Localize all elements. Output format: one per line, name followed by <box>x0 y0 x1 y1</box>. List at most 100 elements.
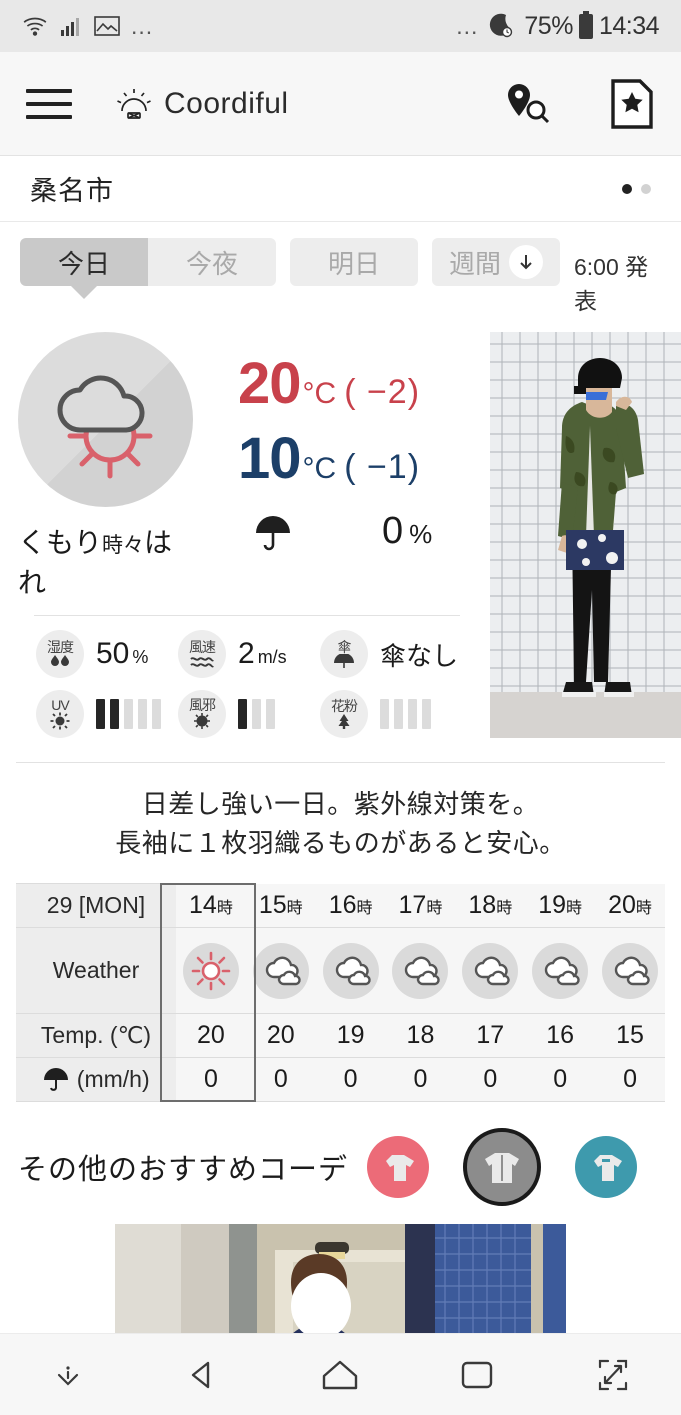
weather-icon-wrap: くもり時々はれ <box>18 332 198 601</box>
wind-unit: m/s <box>258 647 287 667</box>
umbrella-icon <box>252 511 294 553</box>
coorde-item-sweater-pink[interactable] <box>367 1136 429 1198</box>
hourly-temp-row: Temp. (℃) 20 20 19 18 17 16 15 <box>16 1014 665 1058</box>
home-icon[interactable] <box>318 1356 362 1394</box>
humidity-number: 50 <box>96 637 129 670</box>
tab-today[interactable]: 今日 <box>20 238 148 286</box>
hour-3-value: 17 <box>399 891 427 919</box>
tab-tonight-label: 今夜 <box>186 244 238 281</box>
cloud-icon <box>532 943 588 999</box>
hourly-weather-row: Weather <box>16 928 665 1014</box>
hour-3-suffix: 時 <box>426 900 442 917</box>
page-dot-2[interactable] <box>641 184 651 194</box>
hourly-hour-1[interactable]: 15時 <box>246 884 316 928</box>
hourly-hour-4[interactable]: 18時 <box>455 884 525 928</box>
recommended-coordinates: その他のおすすめコーデ <box>0 1102 681 1216</box>
hour-6-value: 20 <box>608 891 636 919</box>
metrics-row-2: UV 風邪 <box>36 690 458 738</box>
recents-icon[interactable] <box>457 1358 497 1392</box>
coorde-item-jacket-gray[interactable] <box>463 1128 541 1206</box>
hour-2-value: 16 <box>329 891 357 919</box>
hourly-rain-row: (mm/h) 0 0 0 0 0 0 0 <box>16 1058 665 1102</box>
hourly-hour-5[interactable]: 19時 <box>525 884 595 928</box>
hourly-temp-2: 19 <box>316 1014 386 1058</box>
hourly-rain-2: 0 <box>316 1058 386 1102</box>
hour-5-suffix: 時 <box>566 900 582 917</box>
metric-wind: 風速 2m/s <box>178 630 320 678</box>
hourly-temp-6: 15 <box>595 1014 665 1058</box>
back-icon[interactable] <box>183 1355 223 1395</box>
wind-wave-icon: 風速 <box>178 630 226 678</box>
forecast-summary: くもり時々はれ 20 °C ( −2) 10 °C ( −1) <box>18 332 476 601</box>
hourly-forecast-table: 29 [MON] 14時 15時 16時 17時 18時 19時 20時 Wea… <box>0 883 681 1102</box>
battery-icon <box>577 11 595 41</box>
hamburger-menu-icon[interactable] <box>26 89 72 119</box>
hourly-rain-5: 0 <box>525 1058 595 1102</box>
high-temp-diff: ( −2) <box>344 373 420 412</box>
image-icon <box>94 15 120 37</box>
low-temp-unit: °C <box>303 452 337 486</box>
brand-name: Coordiful <box>164 87 289 121</box>
metrics-grid: 湿度 50% 風速 <box>18 616 476 738</box>
hourly-rain-4: 0 <box>455 1058 525 1102</box>
hourly-hour-6[interactable]: 20時 <box>595 884 665 928</box>
coordinate-photo-main[interactable] <box>490 332 681 738</box>
sun-icon <box>183 943 239 999</box>
brand: Coordiful <box>114 85 289 123</box>
coorde-item-sweater-teal[interactable] <box>575 1136 637 1198</box>
hour-2-suffix: 時 <box>357 900 373 917</box>
status-bar: ... ... 75% 14:34 <box>0 0 681 52</box>
tab-tonight[interactable]: 今夜 <box>148 238 276 286</box>
low-temp-value: 10 <box>238 425 301 492</box>
status-bar-right: ... 75% 14:34 <box>456 11 659 41</box>
metric-umbrella: 傘 傘なし <box>320 630 458 678</box>
hourly-weather-1 <box>246 928 316 1014</box>
hourly-weather-3 <box>386 928 456 1014</box>
advice-text: 日差し強い一日。紫外線対策を。 長袖に１枚羽織るものがあると安心。 <box>0 763 681 883</box>
bookmark-document-icon[interactable] <box>609 78 655 130</box>
announcement-time: 6:00 発表 <box>574 238 661 316</box>
advice-line-2: 長袖に１枚羽織るものがあると安心。 <box>10 824 671 863</box>
forecast-left: くもり時々はれ 20 °C ( −2) 10 °C ( −1) <box>18 332 476 750</box>
cloud-icon <box>602 943 658 999</box>
weather-desc-mid: 時々 <box>102 534 144 557</box>
hourly-hour-3[interactable]: 17時 <box>386 884 456 928</box>
rain-probability-row: 0% <box>238 510 432 553</box>
hourly-weather-label: Weather <box>16 928 176 1014</box>
system-navigation-bar <box>0 1333 681 1415</box>
rain-value-unit: % <box>409 519 432 549</box>
signal-icon <box>59 14 83 38</box>
hourly-weather-4 <box>455 928 525 1014</box>
hourly-hour-2[interactable]: 16時 <box>316 884 386 928</box>
high-temp-unit: °C <box>303 377 337 411</box>
hour-5-value: 19 <box>538 891 566 919</box>
hourly-temp-3: 18 <box>386 1014 456 1058</box>
metric-wind-value: 2m/s <box>238 637 287 671</box>
tab-weekly-label: 週間 <box>449 244 501 281</box>
moon-alarm-icon <box>486 11 516 41</box>
metric-uv-label: UV <box>51 698 68 712</box>
sun-logo-icon <box>114 85 154 123</box>
metric-cold: 風邪 <box>178 690 320 738</box>
download-icon[interactable] <box>48 1358 88 1392</box>
app-screen: ... ... 75% 14:34 <box>0 0 681 1415</box>
humidity-unit: % <box>132 647 148 667</box>
low-temp-diff: ( −1) <box>344 448 420 487</box>
hourly-weather-5 <box>525 928 595 1014</box>
wifi-icon <box>22 13 48 39</box>
hourly-hour-0[interactable]: 14時 <box>176 884 246 928</box>
advice-line-1: 日差し強い一日。紫外線対策を。 <box>10 785 671 824</box>
main-forecast: くもり時々はれ 20 °C ( −2) 10 °C ( −1) <box>0 316 681 750</box>
location-row[interactable]: 桑名市 <box>0 156 681 222</box>
hourly-rain-6: 0 <box>595 1058 665 1102</box>
arrow-down-icon[interactable] <box>509 245 543 279</box>
metric-humidity-value: 50% <box>96 637 148 671</box>
tab-weekly[interactable]: 週間 <box>432 238 560 286</box>
hourly-temp-5: 16 <box>525 1014 595 1058</box>
location-search-icon[interactable] <box>501 78 553 130</box>
page-dot-1[interactable] <box>622 184 632 194</box>
rain-value-number: 0 <box>382 510 403 552</box>
tab-tomorrow[interactable]: 明日 <box>290 238 418 286</box>
metrics-row-1: 湿度 50% 風速 <box>36 630 458 678</box>
expand-icon[interactable] <box>592 1355 634 1395</box>
